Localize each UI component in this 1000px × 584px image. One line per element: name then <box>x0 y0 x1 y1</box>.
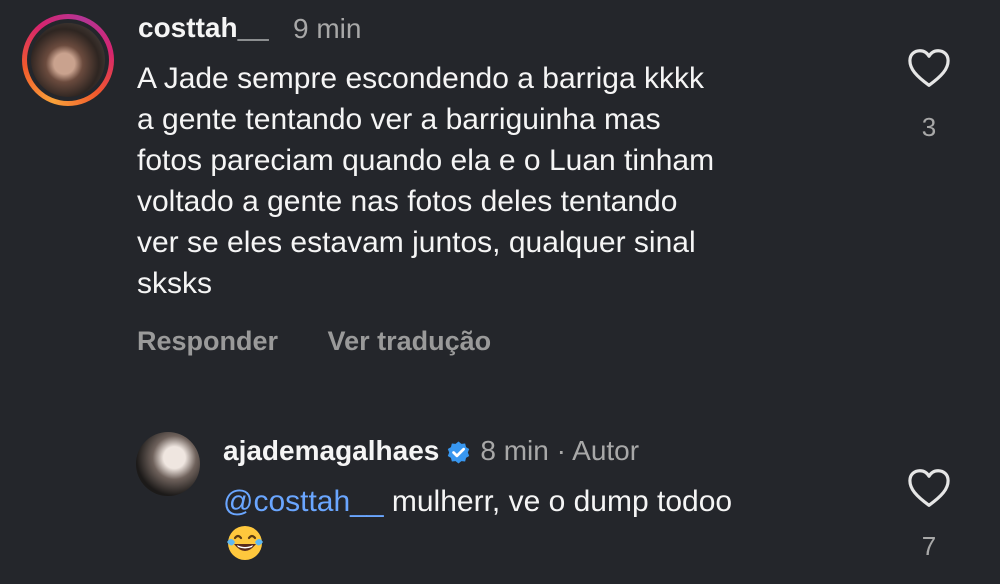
like-count: 7 <box>921 531 937 561</box>
reply-button[interactable]: Responder <box>137 326 278 356</box>
comment-username[interactable]: costtah__ <box>138 12 269 44</box>
comment-text-line: voltado a gente nas fotos deles tentando <box>137 185 678 218</box>
reply-text-body: mulherr, ve o dump todoo <box>383 485 733 518</box>
avatar[interactable] <box>136 432 200 496</box>
comment-text-line: ver se eles estavam juntos, qualquer sin… <box>137 226 696 259</box>
comment-timestamp: 9 min <box>293 13 362 44</box>
comment-text-line: sksks <box>137 267 212 300</box>
translate-button[interactable]: Ver tradução <box>328 326 492 356</box>
reply-text: @costtah__ mulherr, ve o dump todoo <box>223 481 732 522</box>
heart-icon[interactable] <box>907 48 951 88</box>
mention-link[interactable]: @costtah__ <box>223 485 384 518</box>
like-count: 3 <box>921 112 937 142</box>
reply-username-row: ajademagalhaes 8 min · Autor <box>223 435 639 467</box>
comment-actions: Responder Ver tradução <box>137 326 533 357</box>
comment-text: A Jade sempre escondendo a barriga kkkk … <box>137 58 714 304</box>
comment-text-line: a gente tentando ver a barriguinha mas <box>137 103 661 136</box>
avatar[interactable] <box>31 23 105 97</box>
avatar-story-ring[interactable] <box>22 14 114 106</box>
heart-icon[interactable] <box>907 468 951 508</box>
comment: costtah__ 9 min A Jade sempre escondendo… <box>0 0 1000 400</box>
reply-timestamp: 8 min · Autor <box>480 435 640 466</box>
face-with-tears-of-joy-icon <box>227 526 263 560</box>
verified-badge-icon <box>448 441 470 464</box>
comment-text-line: A Jade sempre escondendo a barriga kkkk <box>137 62 704 95</box>
reply-username[interactable]: ajademagalhaes <box>223 435 439 466</box>
comment-text-line: fotos pareciam quando ela e o Luan tinha… <box>137 144 715 177</box>
